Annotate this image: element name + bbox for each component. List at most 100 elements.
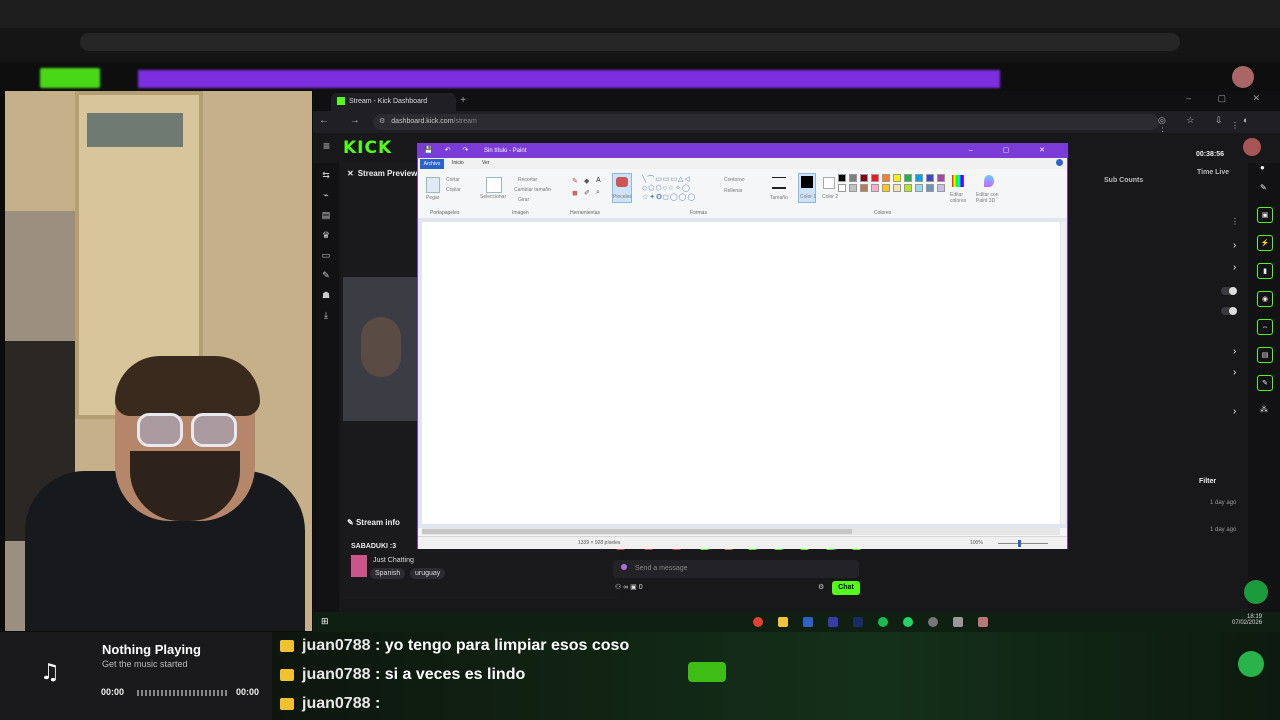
sidebar-screen-icon[interactable]: ▭ [320, 249, 332, 261]
tag-spanish[interactable]: Spanish [370, 568, 406, 579]
support-chat-icon[interactable] [1244, 580, 1268, 604]
pencil-icon[interactable]: ✎ [572, 177, 578, 185]
category-name[interactable]: Just Chatting [373, 557, 414, 564]
color-swatch[interactable] [915, 174, 923, 182]
rail-action-4[interactable]: ◉ [1257, 291, 1273, 307]
cut-button[interactable]: Cortar [446, 177, 460, 183]
color2-swatch[interactable] [823, 177, 835, 189]
color-swatch[interactable] [926, 184, 934, 192]
paint-window-controls[interactable]: – ▢ ✕ [969, 144, 1059, 158]
browser-window-controls[interactable]: – ▢ ✕ [1186, 93, 1272, 104]
chevron-right-icon[interactable]: › [1233, 346, 1236, 357]
paint-taskbar-icon[interactable] [978, 617, 988, 627]
chevron-right-icon[interactable]: › [1233, 240, 1236, 251]
sidebar-download-icon[interactable]: ⤓ [320, 309, 332, 321]
chat-send-button[interactable]: Chat [832, 581, 860, 595]
browser-tab[interactable]: Stream - Kick Dashboard [331, 93, 456, 111]
outline-button[interactable]: Contorno [724, 177, 745, 183]
quick-access-toolbar[interactable]: 💾 ↶ ↷ [424, 144, 473, 158]
color-swatch[interactable] [937, 174, 945, 182]
shapes-gallery[interactable]: ╲⌒▭▭▭△◁ ◇⬠⬡○☆✧◯ ☆✦✪◻◯◯◯ [642, 175, 712, 202]
app-icon[interactable] [828, 617, 838, 627]
crop-button[interactable]: Recortar [518, 177, 537, 183]
chevron-right-icon[interactable]: › [1233, 367, 1236, 378]
rail-action-5[interactable]: ⇔ [1257, 319, 1273, 335]
zoom-slider[interactable] [998, 543, 1048, 544]
close-icon[interactable]: ✕ [347, 169, 354, 178]
color-swatch[interactable] [904, 184, 912, 192]
tag-uruguay[interactable]: uruguay [410, 568, 446, 579]
edit-colors-button[interactable]: Editar colores [950, 192, 970, 204]
color-swatch[interactable] [860, 174, 868, 182]
eraser-icon[interactable]: ◼ [572, 189, 578, 197]
color-swatch[interactable] [915, 184, 923, 192]
help-icon[interactable] [1056, 159, 1063, 166]
rail-action-1[interactable]: ▣ [1257, 207, 1273, 223]
photoshop-icon[interactable] [803, 617, 813, 627]
more-options-icon[interactable]: ⋮ [1231, 121, 1239, 130]
info-icon[interactable]: ● [1260, 163, 1265, 172]
menu-icon[interactable]: ≡ [323, 139, 330, 153]
premiere-icon[interactable] [853, 617, 863, 627]
drawing-canvas[interactable] [422, 222, 1060, 524]
share-icon[interactable]: ⁂ [1260, 405, 1268, 414]
chat-settings-icon[interactable]: ⚙ [818, 583, 824, 591]
rail-action-3[interactable]: ▮ [1257, 263, 1273, 279]
rail-action-6[interactable]: ▤ [1257, 347, 1273, 363]
select-button[interactable]: Seleccionar [480, 194, 506, 200]
color-swatch[interactable] [838, 174, 846, 182]
color-picker-icon[interactable]: ✐ [584, 189, 590, 197]
color-swatch[interactable] [860, 184, 868, 192]
color-swatch[interactable] [893, 184, 901, 192]
chevron-right-icon[interactable]: › [1233, 406, 1236, 417]
windows-start-icon[interactable]: ⊞ [321, 616, 329, 627]
pen-icon[interactable]: ✎ [1260, 183, 1267, 192]
address-bar[interactable]: ⚙ dashboard.kick.com/stream [373, 114, 1159, 130]
rail-action-2[interactable]: ⚡ [1257, 235, 1273, 251]
whatsapp-icon[interactable] [903, 617, 913, 627]
toggle-switch[interactable] [1221, 307, 1237, 315]
emote-picker-icon[interactable] [621, 564, 627, 570]
new-tab-button[interactable]: + [456, 94, 470, 108]
app-icon[interactable] [953, 617, 963, 627]
filter-button[interactable]: Filter [1199, 478, 1216, 485]
magnifier-icon[interactable]: ⌕ [596, 189, 600, 197]
resize-button[interactable]: Cambiar tamaño [514, 187, 551, 193]
chat-input[interactable]: Send a message [613, 560, 859, 578]
chevron-right-icon[interactable]: › [1233, 262, 1236, 273]
sidebar-users-icon[interactable]: ☗ [320, 289, 332, 301]
color-swatch[interactable] [849, 184, 857, 192]
color-swatch[interactable] [926, 174, 934, 182]
color-swatch[interactable] [893, 174, 901, 182]
edit-colors-icon[interactable] [952, 175, 964, 187]
color-swatch[interactable] [849, 174, 857, 182]
stream-preview-video[interactable] [343, 277, 419, 421]
site-info-icon[interactable]: ⚙ [379, 118, 385, 125]
vertical-scrollbar[interactable] [1061, 222, 1066, 524]
text-icon[interactable]: A [596, 177, 601, 184]
kick-logo[interactable]: KICK [343, 138, 392, 158]
zoom-slider-thumb[interactable] [1018, 540, 1021, 547]
size-button[interactable]: Tamaño [770, 195, 788, 201]
color-swatch[interactable] [937, 184, 945, 192]
fill-icon[interactable]: ◆ [584, 177, 589, 185]
fill-button[interactable]: Rellenar [724, 188, 743, 194]
paste-icon[interactable] [426, 177, 440, 193]
paint3d-icon[interactable] [984, 175, 994, 187]
toggle-switch[interactable] [1221, 287, 1237, 295]
sidebar-collapse-icon[interactable]: ⇆ [320, 169, 332, 181]
user-avatar[interactable] [1243, 138, 1261, 156]
sidebar-wrench-icon[interactable]: ✎ [320, 269, 332, 281]
sidebar-analytics-icon[interactable]: ▤ [320, 209, 332, 221]
color-swatch[interactable] [882, 174, 890, 182]
chrome-icon[interactable] [753, 617, 763, 627]
edit-paint3d-button[interactable]: Editar con Paint 3D [976, 192, 1006, 204]
color-swatch[interactable] [838, 184, 846, 192]
horizontal-scroll-thumb[interactable] [422, 529, 852, 534]
select-icon[interactable] [486, 177, 502, 193]
tab-archivo[interactable]: Archivo [420, 159, 444, 169]
file-explorer-icon[interactable] [778, 617, 788, 627]
rotate-button[interactable]: Girar [518, 197, 529, 203]
spotify-icon[interactable] [878, 617, 888, 627]
paint-titlebar[interactable]: 💾 ↶ ↷ Sin título - Paint – ▢ ✕ [418, 144, 1067, 158]
